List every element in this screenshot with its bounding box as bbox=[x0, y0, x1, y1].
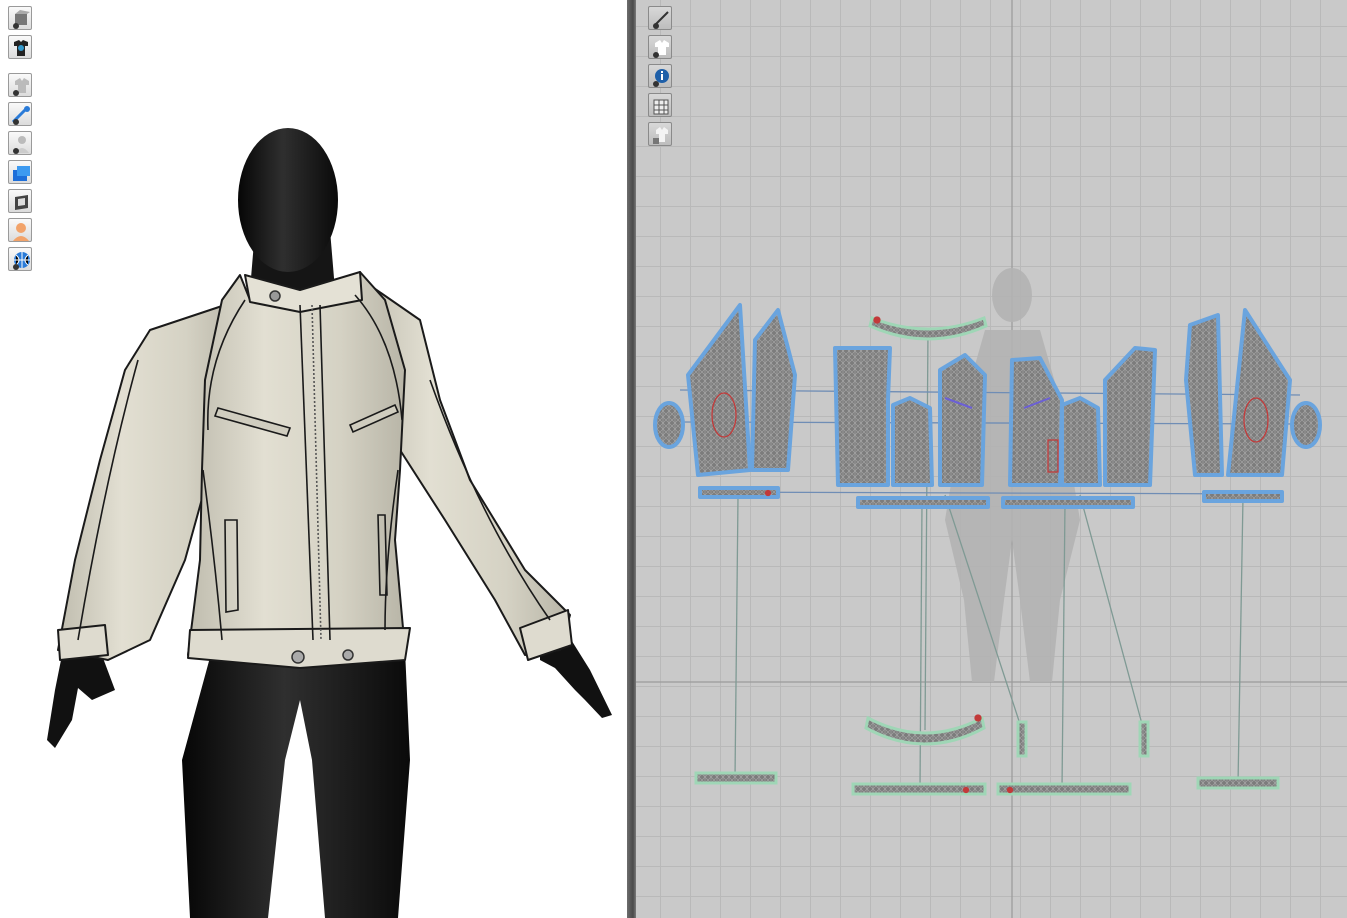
show-2d-sewing-lines-icon bbox=[653, 11, 669, 29]
3d-scene bbox=[47, 128, 612, 918]
show-garment-avatar-button[interactable] bbox=[8, 35, 32, 59]
jacket-3d-model bbox=[57, 271, 573, 669]
lock-pattern-button[interactable] bbox=[648, 122, 672, 146]
pattern-info-icon bbox=[653, 69, 669, 87]
show-3d-garment-button[interactable] bbox=[8, 6, 32, 30]
show-garment-thick-button[interactable] bbox=[8, 73, 32, 97]
lock-pattern-icon bbox=[653, 127, 668, 144]
show-fabric-layers-button[interactable] bbox=[8, 160, 32, 184]
3d-viewport[interactable] bbox=[0, 0, 627, 918]
show-avatar-icon bbox=[13, 136, 29, 154]
pattern-info-button[interactable] bbox=[648, 64, 672, 88]
show-mesh-icon bbox=[13, 252, 30, 270]
show-pins-icon bbox=[11, 106, 30, 125]
2d-pattern-scene bbox=[636, 0, 1347, 918]
show-texture-button[interactable] bbox=[8, 189, 32, 213]
show-garment-avatar-icon bbox=[14, 40, 28, 56]
show-2d-garment-button[interactable] bbox=[648, 35, 672, 59]
show-2d-mesh-icon bbox=[653, 99, 669, 115]
avatar-skin-button[interactable] bbox=[8, 218, 32, 242]
show-mesh-button[interactable] bbox=[8, 247, 32, 271]
2d-pattern-viewport[interactable] bbox=[636, 0, 1347, 918]
avatar-skin-icon bbox=[13, 223, 29, 241]
show-garment-thick-icon bbox=[13, 78, 29, 96]
show-2d-garment-icon bbox=[653, 40, 669, 58]
show-pins-button[interactable] bbox=[8, 102, 32, 126]
show-2d-sewing-lines-button[interactable] bbox=[648, 6, 672, 30]
show-fabric-layers-icon bbox=[13, 166, 30, 181]
show-avatar-button[interactable] bbox=[8, 131, 32, 155]
show-3d-garment-icon bbox=[13, 10, 30, 29]
show-2d-mesh-button[interactable] bbox=[648, 93, 672, 117]
show-texture-icon bbox=[15, 195, 28, 210]
viewport-divider[interactable] bbox=[627, 0, 636, 918]
